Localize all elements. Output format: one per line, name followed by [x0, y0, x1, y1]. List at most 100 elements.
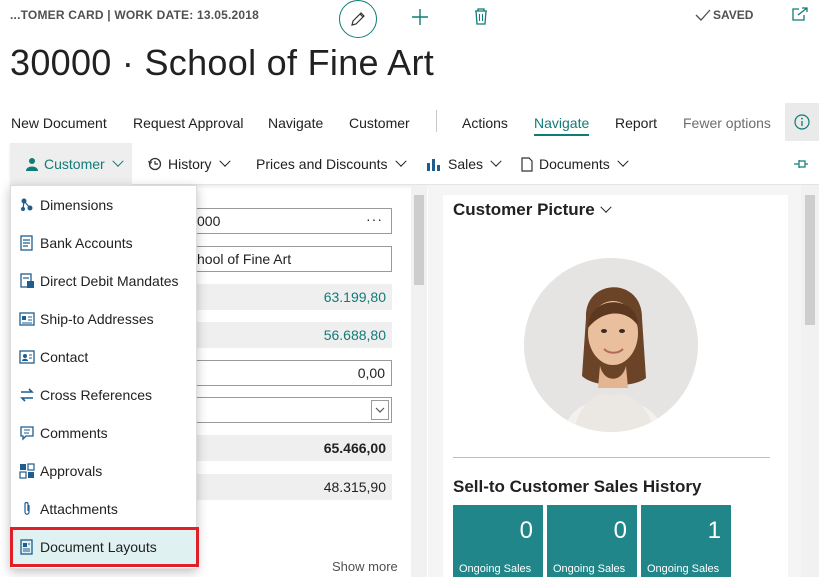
action-customer[interactable]: Customer	[349, 115, 410, 131]
credit-limit-field[interactable]: 0,00	[186, 360, 392, 386]
main-scrollbar-thumb[interactable]	[414, 195, 424, 285]
balance-due-field[interactable]: 56.688,80	[186, 322, 392, 348]
page-title: 30000 · School of Fine Art	[10, 42, 435, 83]
menu-item-attachments[interactable]: Attachments	[11, 490, 198, 528]
subaction-prices-label: Prices and Discounts	[256, 156, 388, 172]
balance-value[interactable]: 63.199,80	[324, 289, 386, 305]
menu-item-contact[interactable]: Contact	[11, 338, 198, 376]
factbox-toggle-button[interactable]	[785, 103, 819, 141]
contact-icon	[18, 348, 36, 366]
factbox-scrollbar[interactable]	[801, 185, 819, 577]
customer-name-value: hool of Fine Art	[197, 251, 292, 267]
pin-button[interactable]	[793, 157, 809, 175]
show-more-link[interactable]: Show more	[332, 559, 398, 574]
subaction-sales[interactable]: Sales	[426, 143, 502, 185]
tile-label: Ongoing Sales	[647, 563, 720, 575]
costs-value: 48.315,90	[323, 479, 386, 495]
action-report-menu[interactable]: Report	[615, 115, 657, 131]
subaction-sales-label: Sales	[448, 156, 484, 172]
menu-item-direct-debit-mandates[interactable]: Direct Debit Mandates	[11, 262, 198, 300]
plus-icon	[412, 9, 428, 25]
subaction-history-label: History	[168, 156, 212, 172]
subaction-documents[interactable]: Documents	[521, 143, 629, 185]
menu-item-label: Contact	[40, 349, 89, 365]
action-request-approval[interactable]: Request Approval	[133, 115, 244, 131]
menu-item-dimensions[interactable]: Dimensions	[11, 186, 198, 224]
balance-field[interactable]: 63.199,80	[186, 284, 392, 310]
pin-icon	[794, 160, 808, 168]
edit-button[interactable]	[339, 0, 377, 38]
delete-button[interactable]	[471, 5, 491, 27]
customer-picture-title: Customer Picture	[453, 200, 595, 219]
new-button[interactable]	[409, 6, 431, 28]
person-icon	[26, 158, 38, 171]
menu-item-approvals[interactable]: Approvals	[11, 452, 198, 490]
ongoing-sales-blanket-orders-tile[interactable]: 0 Ongoing Sales	[547, 505, 637, 577]
chevron-down-icon	[112, 155, 124, 167]
chevron-down-icon	[600, 201, 612, 213]
customer-name-field[interactable]: hool of Fine Art	[186, 246, 392, 272]
ship-to-icon	[18, 310, 36, 328]
saved-label: SAVED	[713, 8, 754, 22]
action-actions-menu[interactable]: Actions	[462, 115, 508, 131]
tile-label: Ongoing Sales	[459, 563, 532, 575]
customer-no-field[interactable]: 000 ···	[186, 208, 392, 234]
action-bar: New Document Request Approval Navigate C…	[0, 103, 819, 143]
menu-item-label: Document Layouts	[40, 539, 157, 555]
action-separator	[436, 110, 437, 132]
main-scrollbar[interactable]	[411, 185, 427, 577]
chevron-down-icon	[617, 155, 629, 167]
menu-item-comments[interactable]: Comments	[11, 414, 198, 452]
info-icon	[794, 114, 810, 130]
mandates-icon	[18, 272, 36, 290]
sales-chart-icon	[427, 159, 440, 171]
action-navigate-promoted[interactable]: Navigate	[268, 115, 323, 131]
select-chevron-icon[interactable]	[371, 400, 389, 420]
attachments-icon	[18, 500, 36, 518]
ongoing-sales-quotes-tile[interactable]: 0 Ongoing Sales	[453, 505, 543, 577]
cross-reference-icon	[18, 386, 36, 404]
total-sales-value: 65.466,00	[323, 440, 386, 456]
blocked-select[interactable]	[186, 397, 392, 423]
menu-item-label: Comments	[40, 425, 108, 441]
menu-item-cross-references[interactable]: Cross References	[11, 376, 198, 414]
action-fewer-options[interactable]: Fewer options	[683, 115, 771, 131]
action-navigate-menu[interactable]: Navigate	[534, 115, 590, 136]
saved-status: SAVED	[695, 8, 753, 22]
subaction-history[interactable]: History	[148, 143, 231, 185]
popout-icon	[792, 7, 808, 21]
total-sales-field: 65.466,00	[186, 435, 392, 461]
subaction-customer[interactable]: Customer	[10, 143, 132, 185]
menu-item-label: Ship-to Addresses	[40, 311, 154, 327]
factbox-scrollbar-thumb[interactable]	[805, 195, 815, 325]
menu-item-bank-accounts[interactable]: Bank Accounts	[11, 224, 198, 262]
page-caption: ...TOMER CARD | WORK DATE: 13.05.2018	[10, 8, 260, 22]
menu-item-label: Cross References	[40, 387, 153, 403]
chevron-down-icon	[394, 155, 407, 167]
customer-photo	[524, 258, 698, 432]
subaction-customer-label: Customer	[44, 156, 105, 172]
bank-accounts-icon	[18, 234, 36, 252]
ellipsis-icon[interactable]: ···	[366, 211, 383, 227]
menu-item-label: Attachments	[40, 501, 118, 517]
document-layouts-icon	[18, 538, 36, 556]
customer-card-page: ...TOMER CARD | WORK DATE: 13.05.2018 SA…	[0, 0, 819, 577]
menu-item-label: Direct Debit Mandates	[40, 273, 179, 289]
dimensions-icon	[18, 196, 36, 214]
menu-item-label: Approvals	[40, 463, 103, 479]
menu-item-ship-to-addresses[interactable]: Ship-to Addresses	[11, 300, 198, 338]
subaction-prices-discounts[interactable]: Prices and Discounts	[256, 143, 407, 185]
action-new-document[interactable]: New Document	[11, 115, 107, 131]
ongoing-sales-orders-tile[interactable]: 1 Ongoing Sales	[641, 505, 731, 577]
tile-value: 1	[707, 517, 721, 544]
customer-picture-heading[interactable]: Customer Picture	[453, 200, 612, 220]
balance-due-value[interactable]: 56.688,80	[324, 327, 386, 343]
customer-dropdown-menu: Dimensions Bank Accounts Direct Debit Ma…	[10, 185, 199, 569]
navigate-sub-bar: Customer History Prices and Discounts Sa…	[10, 143, 819, 185]
tile-label: Ongoing Sales	[553, 563, 626, 575]
subaction-documents-label: Documents	[539, 156, 610, 172]
comments-icon	[18, 424, 36, 442]
menu-item-document-layouts[interactable]: Document Layouts	[10, 527, 199, 567]
open-new-window-button[interactable]	[791, 6, 809, 27]
document-icon	[521, 156, 533, 172]
